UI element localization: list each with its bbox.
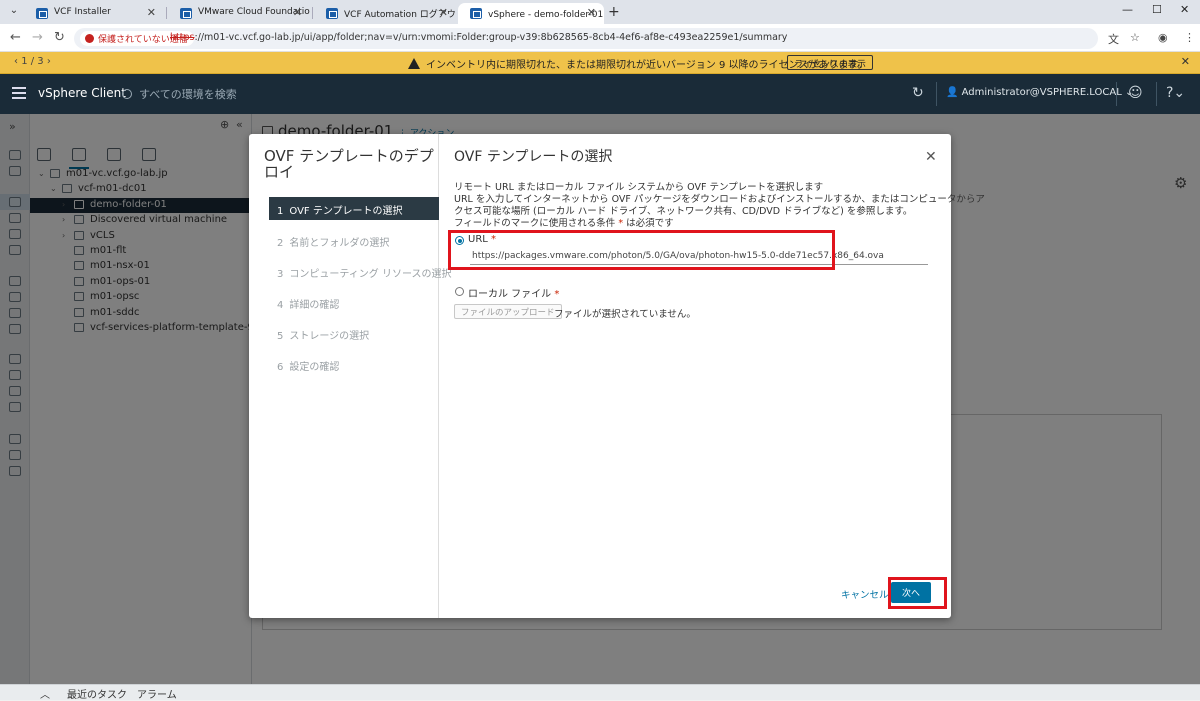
close-tab-icon[interactable]: ✕ [587,6,596,19]
step-number: 6 [277,362,284,373]
banner-close-icon[interactable]: ✕ [1181,55,1190,68]
wizard-title: OVF テンプレートのデプロイ [264,147,434,181]
step-number: 3 [277,269,284,280]
global-search[interactable]: すべての環境を検索 [122,86,237,102]
deploy-ovf-wizard: OVF テンプレートのデプロイ 1 OVF テンプレートの選択 2 名前とフォルダの選… [249,134,985,618]
vsphere-header: vSphere Client すべての環境を検索 ↻ 👤 Administrat… [0,74,1200,114]
wizard-steps-sidebar: OVF テンプレートのデプロイ 1 OVF テンプレートの選択 2 名前とフォルダの選… [249,134,451,618]
url-text[interactable]: https://m01-vc.vcf.go-lab.jp/ui/app/fold… [170,32,787,43]
hamburger-menu-icon[interactable] [12,87,26,99]
app-brand[interactable]: vSphere Client [38,86,126,100]
step-label: 設定の確認 [289,362,340,373]
close-window-icon[interactable]: ✕ [1180,3,1189,16]
tab-divider [166,7,167,19]
search-placeholder: すべての環境を検索 [139,88,237,101]
tab-search-icon[interactable]: ⌄ [6,5,22,19]
cancel-button[interactable]: キャンセル [841,587,889,601]
bottom-panel-bar: ︿ 最近のタスク アラーム [0,684,1200,701]
local-file-option-label[interactable]: ローカル ファイル * [468,285,559,300]
required-mark: * [618,218,624,229]
next-highlight-box [888,577,947,609]
profile-icon[interactable]: ◉ [1158,31,1168,44]
view-licenses-button[interactable]: ライセンスの表示 [787,55,873,70]
url-scheme: https [170,32,195,43]
close-tab-icon[interactable]: ✕ [147,6,156,19]
wizard-step-1[interactable]: 1 OVF テンプレートの選択 [269,197,439,220]
search-icon [122,89,132,99]
forward-icon[interactable]: → [32,30,43,45]
local-file-radio[interactable] [455,287,464,296]
license-warning-banner: ‹ 1 / 3 › インベントリ内に期限切れた、または期限切れが近いバージョン … [0,52,1200,74]
required-note-prefix: フィールドのマークに使用される条件 [454,218,616,229]
wizard-step-6: 6 設定の確認 [269,353,439,376]
reload-icon[interactable]: ↻ [54,30,65,45]
step-number: 4 [277,300,284,311]
feedback-smiley-icon[interactable]: ☺ [1128,85,1143,101]
required-note-suffix: は必須です [626,218,674,229]
url-omnibox[interactable]: 保護されていない通信 https://m01-vc.vcf.go-lab.jp/… [74,28,1098,49]
tab-divider [312,7,313,19]
browser-menu-icon[interactable]: ⋮ [1184,31,1195,44]
recent-tasks-tab[interactable]: 最近のタスク [67,686,127,701]
wizard-step-5: 5 ストレージの選択 [269,322,439,345]
help-icon[interactable]: ?⌄ [1166,85,1185,101]
wizard-step-4: 4 詳細の確認 [269,291,439,314]
close-icon[interactable]: ✕ [925,149,937,165]
user-menu[interactable]: 👤 Administrator@VSPHERE.LOCAL ⌄ [946,87,1133,98]
browser-tab-vcf-operations[interactable]: VMware Cloud Foundation Ope ✕ [168,3,310,24]
required-mark: * [554,289,560,300]
translate-icon[interactable]: 文 [1108,31,1119,47]
step-number: 2 [277,238,284,249]
minimize-icon[interactable]: — [1122,3,1133,16]
refresh-icon[interactable]: ↻ [912,85,924,101]
no-file-selected-text: ファイルが選択されていません。 [554,309,696,320]
step-label: 名前とフォルダの選択 [289,238,390,249]
step-number: 1 [277,206,284,217]
required-note: フィールドのマークに使用される条件 * は必須です [454,215,674,229]
step-label: ストレージの選択 [289,331,370,342]
expand-panel-icon[interactable]: ︿ [40,686,50,701]
header-divider [936,82,937,106]
step-number: 5 [277,331,284,342]
back-icon[interactable]: ← [10,30,21,45]
vmware-favicon-icon [326,8,338,19]
vmware-favicon-icon [36,8,48,19]
close-tab-icon[interactable]: ✕ [293,6,302,19]
alarms-tab[interactable]: アラーム [137,686,177,701]
vmware-favicon-icon [180,8,192,19]
vmware-favicon-icon [470,8,482,19]
bookmark-star-icon[interactable]: ☆ [1130,31,1140,44]
browser-tab-strip: ⌄ VCF Installer ✕ VMware Cloud Foundatio… [0,0,1200,24]
address-bar: ← → ↻ 保護されていない通信 https://m01-vc.vcf.go-l… [0,24,1200,52]
new-tab-button[interactable]: + [608,4,620,20]
step-label: 詳細の確認 [289,300,340,311]
local-file-option-text: ローカル ファイル [468,289,552,300]
header-divider [1116,82,1117,106]
browser-tab-vcf-automation[interactable]: VCF Automation ログアウト ✕ [314,3,456,24]
tab-label: VCF Installer [54,7,111,17]
maximize-icon[interactable]: ☐ [1152,3,1162,16]
url-highlight-box [448,230,835,270]
step-label: コンピューティング リソースの選択 [289,269,452,280]
banner-pager-text: 1 / 3 [21,56,44,67]
browser-tab-vsphere[interactable]: vSphere - demo-folder-01 - サ ✕ [458,3,604,24]
wizard-body: OVF テンプレートの選択 ✕ リモート URL またはローカル ファイル シス… [440,134,985,618]
banner-pager[interactable]: ‹ 1 / 3 › [14,56,51,67]
header-divider [1156,82,1157,106]
user-name: Administrator@VSPHERE.LOCAL [961,87,1122,98]
upload-files-button[interactable]: ファイルのアップロード [454,304,562,319]
step-heading: OVF テンプレートの選択 [454,149,613,165]
step-label: OVF テンプレートの選択 [289,206,403,217]
wizard-step-2: 2 名前とフォルダの選択 [269,229,439,252]
wizard-step-3: 3 コンピューティング リソースの選択 [269,260,451,283]
browser-tab-vcf-installer[interactable]: VCF Installer ✕ [24,3,164,24]
url-rest: ://m01-vc.vcf.go-lab.jp/ui/app/folder;na… [194,32,788,43]
warning-icon [408,58,420,69]
close-tab-icon[interactable]: ✕ [439,6,448,19]
